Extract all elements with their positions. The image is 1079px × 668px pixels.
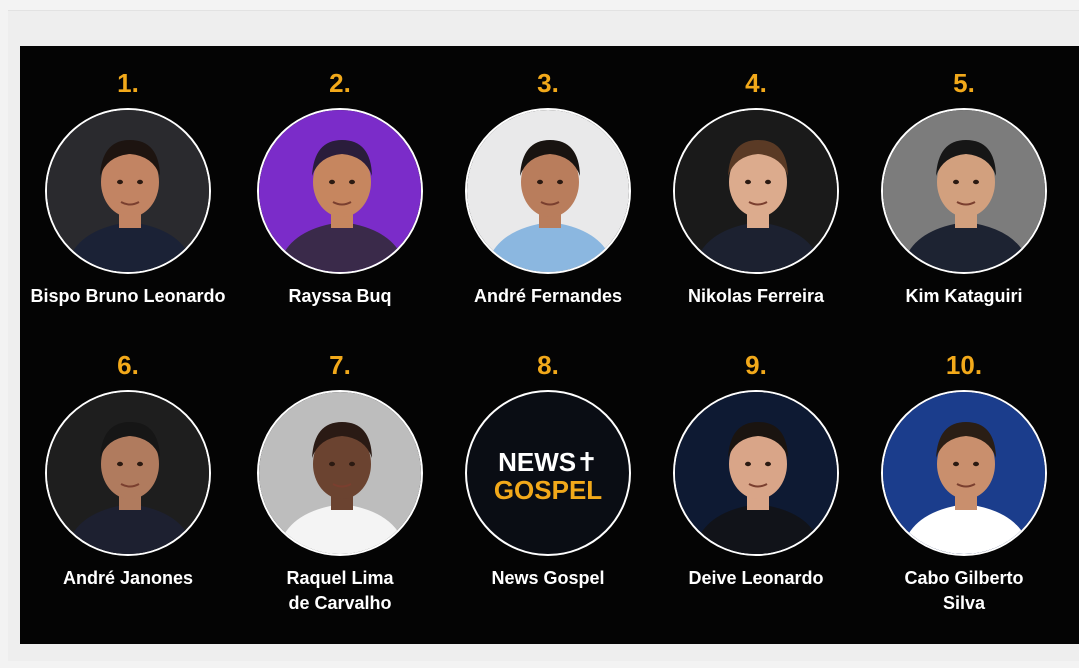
avatar[interactable]: [673, 108, 839, 274]
rank-number: 2.: [329, 68, 351, 98]
portrait-illustration: [675, 392, 837, 554]
avatar[interactable]: [45, 108, 211, 274]
avatar[interactable]: [673, 390, 839, 556]
portrait-illustration: [259, 110, 421, 272]
avatar[interactable]: [45, 390, 211, 556]
avatar[interactable]: [881, 108, 1047, 274]
rank-number: 7.: [329, 350, 351, 380]
ranking-item[interactable]: 6. André Janones: [28, 350, 228, 591]
person-name: Rayssa Buq: [288, 286, 392, 306]
rank-number: 4.: [745, 68, 767, 98]
person-name: Nikolas Ferreira: [687, 286, 825, 306]
ranking-item[interactable]: 10. Cabo Gilberto Silva: [864, 350, 1064, 616]
rank-number: 1.: [117, 68, 139, 98]
portrait-illustration: [883, 392, 1045, 554]
rank-number: 10.: [945, 350, 983, 380]
rank-number: 3.: [537, 68, 559, 98]
avatar[interactable]: [465, 108, 631, 274]
logo-text-gospel: GOSPEL: [493, 475, 603, 505]
person-name: News Gospel: [491, 568, 605, 588]
portrait-illustration: [259, 392, 421, 554]
ranking-item[interactable]: 3. André Fernandes: [448, 68, 648, 309]
ranking-item[interactable]: 5. Kim Kataguiri: [864, 68, 1064, 309]
person-name: Deive Leonardo: [688, 568, 824, 588]
portrait-illustration: [467, 110, 629, 272]
portrait-illustration: [47, 392, 209, 554]
person-name: André Janones: [62, 568, 194, 588]
ranking-item[interactable]: 4. Nikolas Ferreira: [656, 68, 856, 309]
logo-text-news: NEWS✝: [498, 447, 598, 477]
person-name: Kim Kataguiri: [905, 286, 1023, 306]
person-name: Bispo Bruno Leonardo: [30, 286, 226, 306]
portrait-illustration: [883, 110, 1045, 272]
rank-number: 8.: [537, 350, 559, 380]
ranking-item[interactable]: 2. Rayssa Buq: [240, 68, 440, 309]
avatar[interactable]: [257, 108, 423, 274]
ranking-item[interactable]: 8. NEWS✝ GOSPEL News Gospel: [448, 350, 648, 591]
person-name: Cabo Gilberto Silva: [904, 568, 1024, 613]
ranking-item[interactable]: 1. Bispo Bruno Leonardo: [28, 68, 228, 309]
person-name: Raquel Lima de Carvalho: [286, 568, 394, 613]
ranking-item[interactable]: 9. Deive Leonardo: [656, 350, 856, 591]
avatar[interactable]: [881, 390, 1047, 556]
ranking-board: 1. Bispo Bruno Leonardo 2. Rayssa Buq 3. Andr…: [20, 46, 1079, 644]
rank-number: 6.: [117, 350, 139, 380]
avatar[interactable]: [257, 390, 423, 556]
ranking-item[interactable]: 7. Raquel Lima de Carvalho: [240, 350, 440, 616]
rank-number: 9.: [745, 350, 767, 380]
rank-number: 5.: [953, 68, 975, 98]
portrait-illustration: [675, 110, 837, 272]
person-name: André Fernandes: [473, 286, 623, 306]
portrait-illustration: [47, 110, 209, 272]
brand-logo-avatar[interactable]: NEWS✝ GOSPEL: [465, 390, 631, 556]
